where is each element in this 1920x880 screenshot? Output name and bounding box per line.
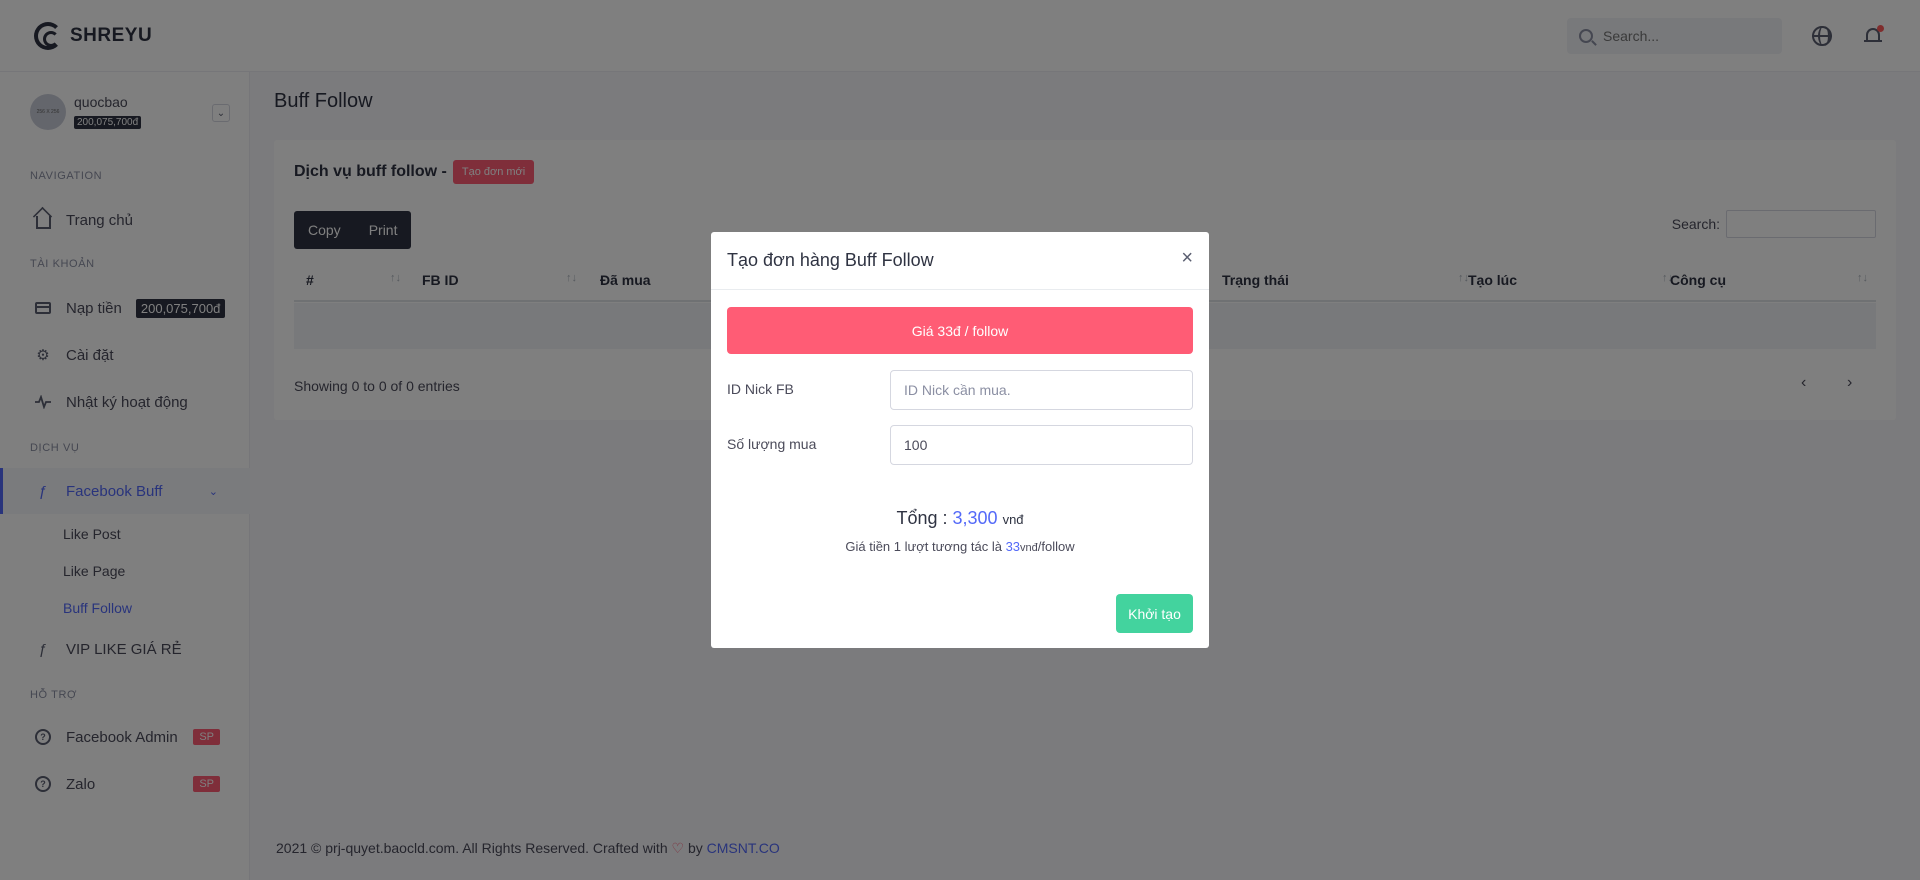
id-nick-input[interactable] <box>890 370 1193 410</box>
create-order-modal: Tạo đơn hàng Buff Follow × Giá 33đ / fol… <box>711 232 1209 648</box>
quantity-label: Số lượng mua <box>727 436 817 452</box>
unit-price-note: Giá tiền 1 lượt tương tác là 33vnđ/follo… <box>711 539 1209 554</box>
submit-button[interactable]: Khởi tạo <box>1116 594 1193 633</box>
quantity-input[interactable] <box>890 425 1193 465</box>
note-suffix: /follow <box>1037 539 1075 554</box>
price-button[interactable]: Giá 33đ / follow <box>727 307 1193 354</box>
id-nick-label: ID Nick FB <box>727 381 794 397</box>
note-unit: vnđ <box>1020 542 1038 554</box>
close-icon[interactable]: × <box>1181 248 1193 268</box>
total-value: 3,300 <box>952 508 998 528</box>
total-unit: vnđ <box>1002 512 1024 527</box>
modal-title: Tạo đơn hàng Buff Follow <box>727 250 934 270</box>
note-value: 33 <box>1005 539 1021 554</box>
note-prefix: Giá tiền 1 lượt tương tác là <box>845 539 1002 554</box>
total-label: Tổng : <box>896 508 948 528</box>
modal-header: Tạo đơn hàng Buff Follow × <box>711 232 1209 290</box>
total-amount: Tổng : 3,300 vnđ <box>711 508 1209 529</box>
